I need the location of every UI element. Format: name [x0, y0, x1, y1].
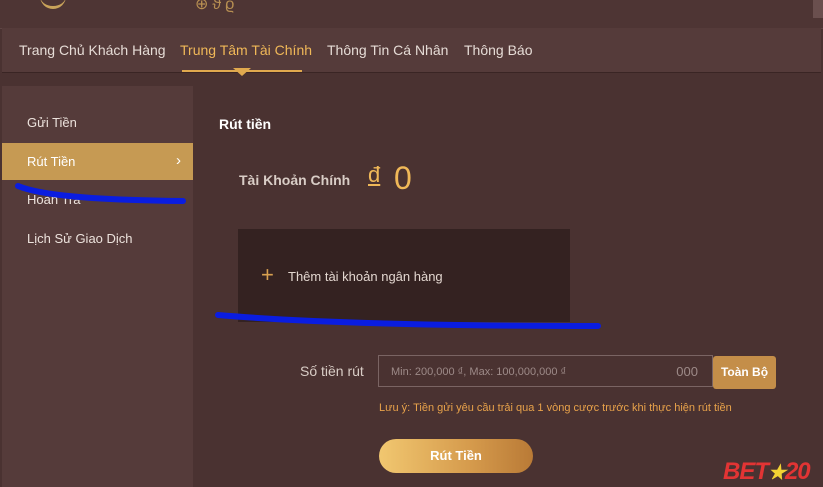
watermark-logo: BET★20 — [723, 458, 811, 486]
currency-symbol: đ — [368, 162, 381, 187]
sidebar-item-withdraw[interactable]: Rút Tiền › — [2, 143, 193, 180]
amount-suffix: 000 — [676, 364, 698, 379]
top-header: ⊕ϑϱ — [0, 0, 823, 29]
amount-input[interactable] — [389, 362, 643, 382]
nav-item-home[interactable]: Trang Chủ Khách Hàng — [19, 42, 166, 58]
balance-value: 0 — [394, 160, 412, 196]
sidebar-item-label: Rút Tiền — [27, 154, 76, 169]
sidebar-item-label: Gửi Tiền — [27, 115, 77, 130]
add-bank-account-button[interactable]: + Thêm tài khoản ngân hàng — [238, 229, 570, 322]
balance-label: Tài Khoản Chính — [239, 172, 351, 188]
nav-item-notifications[interactable]: Thông Báo — [464, 42, 533, 58]
add-bank-account-label: Thêm tài khoản ngân hàng — [288, 269, 443, 284]
header-accent — [813, 0, 823, 18]
star-icon: ★ — [768, 462, 786, 484]
withdraw-submit-button[interactable]: Rút Tiền — [379, 439, 533, 473]
sidebar: Gửi Tiền Rút Tiền › Hoàn Trả Lịch Sử Gia… — [2, 86, 193, 487]
withdraw-all-button[interactable]: Toàn Bộ — [713, 356, 776, 389]
sidebar-item-refund[interactable]: Hoàn Trả — [2, 181, 193, 218]
plus-icon: + — [261, 262, 274, 287]
amount-field: 000 — [378, 355, 713, 387]
watermark-left: BET — [723, 458, 769, 485]
nav-item-profile[interactable]: Thông Tin Cá Nhân — [327, 42, 448, 58]
watermark-right: 20 — [784, 458, 811, 485]
withdraw-note: Lưu ý: Tiền gửi yêu cầu trải qua 1 vòng … — [379, 402, 732, 414]
page-title: Rút tiền — [219, 116, 272, 132]
nav-item-finance[interactable]: Trung Tâm Tài Chính — [180, 42, 312, 58]
logo — [40, 0, 66, 9]
amount-label: Số tiền rút — [300, 363, 364, 379]
main-nav: Trang Chủ Khách Hàng Trung Tâm Tài Chính… — [2, 28, 821, 76]
sidebar-item-deposit[interactable]: Gửi Tiền — [2, 104, 193, 141]
sidebar-item-label: Lịch Sử Giao Dịch — [27, 231, 133, 246]
header-icons: ⊕ϑϱ — [195, 0, 239, 13]
sidebar-item-label: Hoàn Trả — [27, 192, 81, 207]
active-tab-caret — [233, 68, 251, 76]
withdraw-panel: Rút tiền Tài Khoản Chính đ 0 + Thêm tài … — [194, 86, 823, 487]
chevron-right-icon: › — [176, 152, 181, 169]
sidebar-item-history[interactable]: Lịch Sử Giao Dịch — [2, 220, 193, 257]
